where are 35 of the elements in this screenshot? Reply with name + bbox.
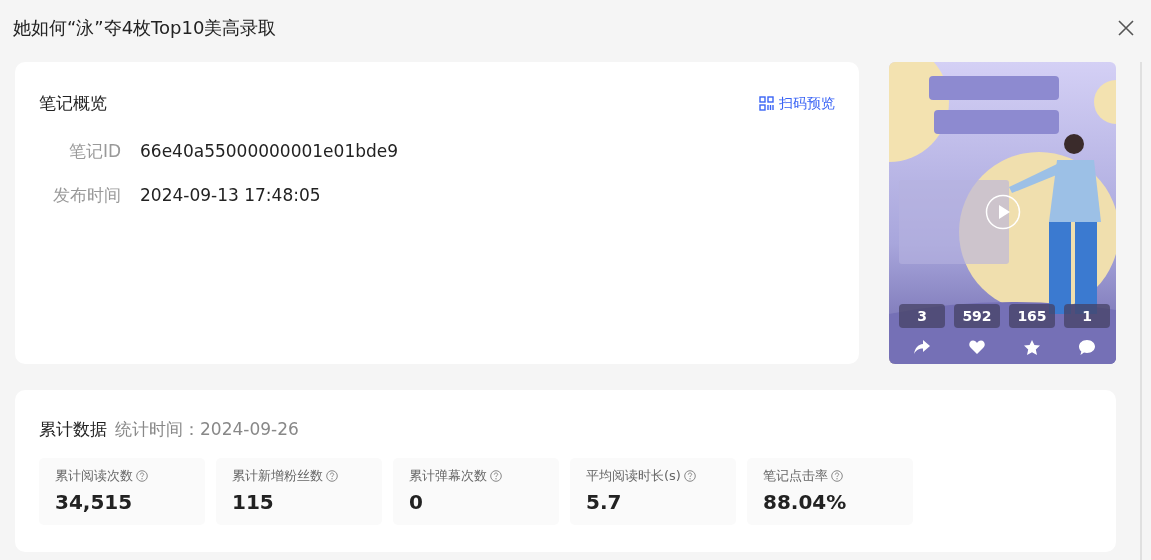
scan-preview-link[interactable]: 扫码预览 (759, 94, 835, 113)
section-heading: 累计数据 (39, 418, 107, 441)
play-icon[interactable] (985, 194, 1021, 230)
stat-count: 1 (1064, 304, 1110, 328)
help-icon[interactable] (683, 470, 696, 482)
comment-icon (1079, 340, 1095, 355)
section-heading: 笔记概览 (39, 92, 107, 115)
share-icon (914, 340, 930, 354)
stat-count: 3 (899, 304, 945, 328)
help-icon[interactable] (831, 470, 843, 482)
help-icon[interactable] (136, 470, 148, 482)
help-icon[interactable] (490, 470, 502, 482)
qr-code-icon (759, 96, 774, 111)
stat-count: 592 (954, 304, 1000, 328)
metric-value: 0 (409, 490, 424, 514)
stat-count: 165 (1009, 304, 1055, 328)
metric-label: 平均阅读时长(s) (586, 467, 681, 485)
field-label: 笔记ID (67, 139, 121, 163)
dialog-title: 她如何“泳”夺4枚Top10美高录取 (13, 16, 277, 40)
metric-value: 115 (232, 490, 275, 514)
stat-time: 统计时间：2024-09-26 (115, 418, 299, 441)
help-icon[interactable] (326, 470, 338, 482)
metric-label: 累计阅读次数 (55, 467, 133, 485)
metric-value: 34,515 (55, 490, 134, 514)
close-icon[interactable] (1118, 20, 1134, 36)
field-value: 2024-09-13 17:48:05 (140, 185, 321, 205)
metric-label: 笔记点击率 (763, 467, 828, 485)
metric-value: 5.7 (586, 490, 623, 514)
metric-label: 累计新增粉丝数 (232, 467, 323, 485)
star-icon (1024, 340, 1040, 355)
metric-label: 累计弹幕次数 (409, 467, 487, 485)
field-value: 66e40a55000000001e01bde9 (140, 141, 399, 161)
heart-icon (969, 340, 985, 354)
metric-value: 88.04% (763, 490, 848, 514)
field-label: 发布时间 (52, 183, 121, 207)
